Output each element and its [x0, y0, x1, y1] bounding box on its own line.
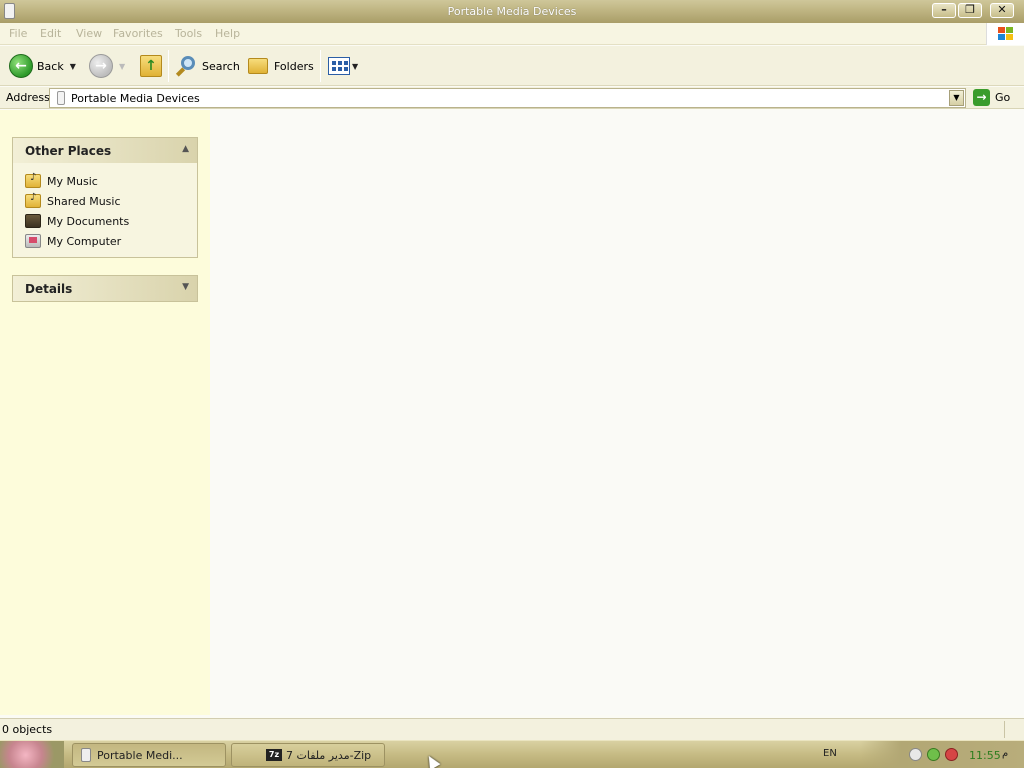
views-dropdown-icon: ▼: [352, 61, 359, 71]
status-text: 0 objects: [2, 723, 53, 736]
portable-device-icon: [81, 748, 91, 762]
address-input[interactable]: Portable Media Devices ▼: [49, 88, 966, 108]
status-bar: 0 objects: [0, 718, 1024, 740]
search-button[interactable]: Search: [175, 52, 240, 80]
details-panel: Details ▼: [12, 275, 198, 302]
back-dropdown-icon[interactable]: ▼: [70, 62, 76, 71]
details-header[interactable]: Details ▼: [13, 276, 197, 301]
go-arrow-icon[interactable]: →: [973, 89, 990, 106]
menu-favorites[interactable]: Favorites: [113, 27, 163, 40]
address-bar: Address Portable Media Devices ▼ → Go: [0, 87, 1024, 109]
details-title: Details: [25, 282, 73, 296]
place-my-documents[interactable]: My Documents: [25, 211, 197, 231]
address-value: Portable Media Devices: [71, 92, 200, 105]
toolbar: ← Back ▼ → ▼ ↑ Search Folders ▼: [0, 46, 1024, 86]
go-button[interactable]: Go: [995, 91, 1010, 104]
folders-button[interactable]: Folders: [248, 52, 314, 80]
up-folder-button[interactable]: ↑: [140, 52, 162, 80]
expand-chevron-icon[interactable]: ▼: [182, 282, 189, 292]
place-shared-music[interactable]: Shared Music: [25, 191, 197, 211]
place-label: Shared Music: [47, 194, 121, 208]
windows-flag-icon: [998, 27, 1014, 41]
toolbar-separator: [320, 50, 321, 82]
taskbar: Portable Medi... 7z مدير ملفات 7-Zip EN …: [0, 740, 1024, 768]
address-label: Address: [6, 91, 50, 104]
windows-logo: [986, 23, 1024, 45]
tray-icon[interactable]: [909, 748, 922, 761]
views-icon: [328, 57, 350, 75]
task-7zip[interactable]: 7z مدير ملفات 7-Zip: [231, 743, 385, 767]
start-button[interactable]: [0, 741, 64, 768]
menu-bar: File Edit View Favorites Tools Help: [0, 23, 1024, 45]
minimize-button[interactable]: –: [932, 3, 956, 18]
task-label: Portable Medi...: [97, 748, 183, 762]
status-divider: [1004, 721, 1005, 738]
tray-icon[interactable]: [927, 748, 940, 761]
back-arrow-icon: ←: [9, 54, 33, 78]
folders-label: Folders: [274, 59, 314, 73]
clock-period: م: [1002, 748, 1009, 759]
other-places-panel: Other Places ▲ My Music Shared Music My …: [12, 137, 198, 258]
place-label: My Computer: [47, 234, 122, 248]
back-button[interactable]: ← Back ▼: [9, 52, 76, 80]
collapse-chevron-icon[interactable]: ▲: [182, 144, 189, 154]
title-bar[interactable]: Portable Media Devices – ❐ ✕: [0, 0, 1024, 23]
task-pane: Other Places ▲ My Music Shared Music My …: [0, 110, 210, 715]
place-label: My Documents: [47, 214, 130, 228]
search-icon: [175, 55, 197, 77]
file-list-area[interactable]: [210, 110, 1024, 715]
back-label: Back: [37, 59, 64, 73]
menu-view[interactable]: View: [76, 27, 102, 40]
other-places-header[interactable]: Other Places ▲: [13, 138, 197, 163]
task-label: مدير ملفات 7-Zip: [286, 748, 372, 762]
forward-dropdown-icon[interactable]: ▼: [119, 62, 125, 71]
up-folder-icon: ↑: [140, 55, 162, 77]
music-folder-icon: [25, 192, 41, 208]
documents-folder-icon: [25, 214, 41, 228]
menu-tools[interactable]: Tools: [175, 27, 202, 40]
7zip-icon: 7z: [266, 749, 282, 761]
place-my-computer[interactable]: My Computer: [25, 231, 197, 251]
close-button[interactable]: ✕: [990, 3, 1014, 18]
search-label: Search: [202, 59, 240, 73]
language-indicator[interactable]: EN: [823, 748, 837, 759]
menu-edit[interactable]: Edit: [40, 27, 61, 40]
window-title: Portable Media Devices: [447, 5, 577, 18]
views-button[interactable]: ▼: [328, 52, 358, 80]
place-label: My Music: [47, 174, 98, 188]
place-my-music[interactable]: My Music: [25, 171, 197, 191]
menu-file[interactable]: File: [9, 27, 27, 40]
task-portable-media[interactable]: Portable Medi...: [72, 743, 226, 767]
forward-button[interactable]: → ▼: [89, 52, 125, 80]
tray-icon[interactable]: [945, 748, 958, 761]
other-places-title: Other Places: [25, 144, 112, 158]
toolbar-separator: [168, 50, 169, 82]
restore-button[interactable]: ❐: [958, 3, 982, 18]
forward-arrow-icon: →: [89, 54, 113, 78]
clock[interactable]: 11:55: [969, 749, 1001, 762]
portable-device-icon: [57, 91, 65, 105]
music-folder-icon: [25, 172, 41, 188]
folders-icon: [248, 58, 268, 74]
menu-help[interactable]: Help: [215, 27, 240, 40]
address-dropdown-icon[interactable]: ▼: [949, 90, 964, 106]
computer-icon: [25, 234, 41, 248]
